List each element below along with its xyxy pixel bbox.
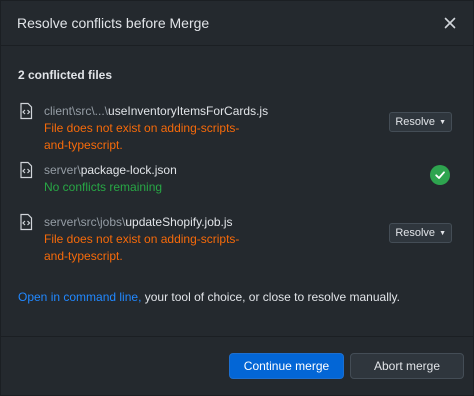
file-status: No conflicts remaining <box>44 180 163 194</box>
file-dir: server\src\jobs\ <box>44 215 126 229</box>
resolved-file-item: server\package-lock.json No conflicts re… <box>18 161 456 202</box>
dialog-header: Resolve conflicts before Merge <box>1 1 473 46</box>
close-icon[interactable] <box>441 14 459 32</box>
dialog-title: Resolve conflicts before Merge <box>17 15 210 31</box>
resolve-conflicts-dialog: Resolve conflicts before Merge 2 conflic… <box>0 0 474 396</box>
continue-merge-button[interactable]: Continue merge <box>229 353 344 379</box>
open-command-line-link[interactable]: Open in command line, <box>18 290 141 304</box>
resolve-button[interactable]: Resolve ▼ <box>389 223 452 243</box>
caret-down-icon: ▼ <box>439 229 446 237</box>
resolve-label: Resolve <box>395 116 436 128</box>
file-name: useInventoryItemsForCards.js <box>108 104 269 118</box>
conflicted-file-item: server\src\jobs\updateShopify.job.js Fil… <box>18 213 456 265</box>
dialog-body: 2 conflicted files client\src\...\useInv… <box>1 46 473 304</box>
resolve-label: Resolve <box>395 227 436 239</box>
conflict-count: 2 conflicted files <box>18 68 113 82</box>
conflicted-file-item: client\src\...\useInventoryItemsForCards… <box>18 102 456 154</box>
abort-merge-button[interactable]: Abort merge <box>350 353 464 379</box>
file-status-cont: and-typescript. <box>44 249 123 263</box>
file-dir: server\ <box>44 163 81 177</box>
file-name: updateShopify.job.js <box>125 215 233 229</box>
check-circle-icon <box>430 165 450 185</box>
instructions-text: your tool of choice, or close to resolve… <box>141 290 400 304</box>
resolve-button[interactable]: Resolve ▼ <box>389 112 452 132</box>
file-name: package-lock.json <box>80 163 177 177</box>
file-code-icon <box>18 161 36 179</box>
file-path: server\package-lock.json <box>44 162 456 179</box>
file-dir: client\src\...\ <box>44 104 109 118</box>
file-status-cont: and-typescript. <box>44 138 123 152</box>
dialog-footer: Continue merge Abort merge <box>1 336 473 395</box>
caret-down-icon: ▼ <box>439 118 446 126</box>
file-info: server\package-lock.json No conflicts re… <box>44 162 456 196</box>
file-code-icon <box>18 102 36 120</box>
resolve-instructions: Open in command line, your tool of choic… <box>18 290 456 304</box>
file-code-icon <box>18 213 36 231</box>
